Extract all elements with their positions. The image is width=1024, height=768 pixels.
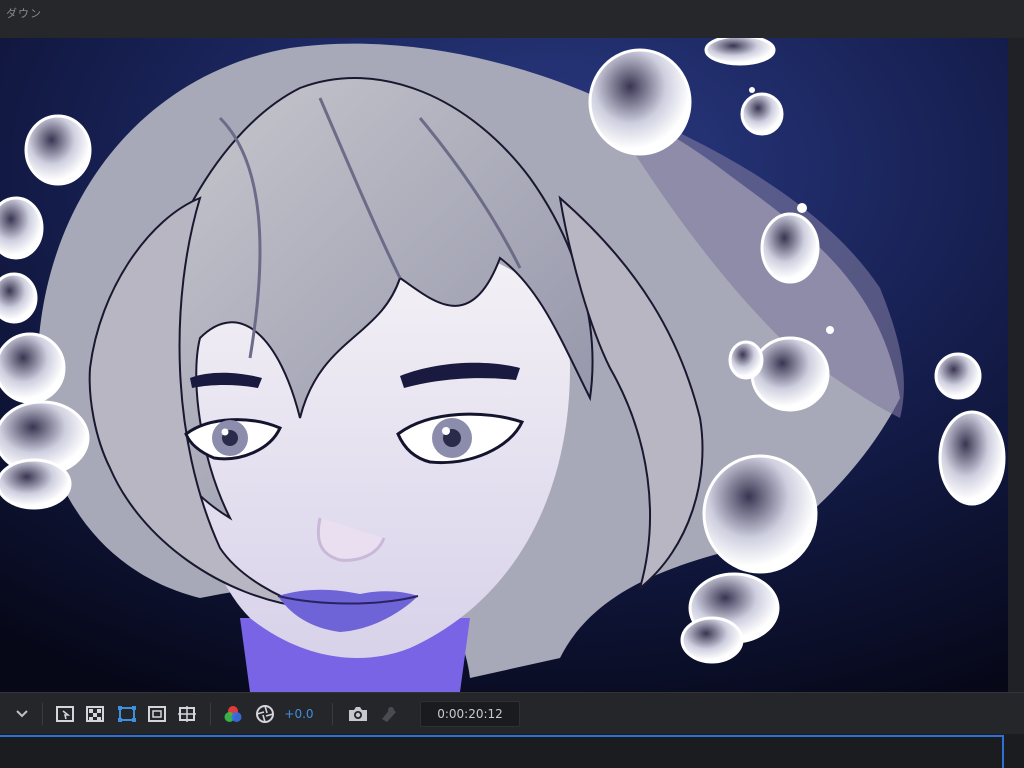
color-channels-icon[interactable] [222, 704, 244, 724]
show-snapshot-icon[interactable] [378, 704, 400, 724]
chevron-down-icon[interactable] [12, 704, 32, 724]
artwork-image [0, 38, 1008, 692]
mask-path-icon[interactable] [116, 704, 138, 724]
timeline-area [0, 734, 1024, 768]
snapshot-icon[interactable] [346, 704, 370, 724]
current-time-display[interactable]: 0:00:20:12 [420, 701, 520, 727]
viewer-toolbar: +0.0 0:00:20:12 [0, 692, 1024, 735]
transparency-grid-icon[interactable] [84, 704, 106, 724]
active-panel-border-right [1002, 735, 1004, 768]
toolbar-divider [332, 703, 333, 725]
toolbar-divider [42, 703, 43, 725]
composition-viewer[interactable] [0, 38, 1008, 692]
exposure-value[interactable]: +0.0 [282, 704, 316, 724]
exposure-reset-icon[interactable] [254, 704, 276, 724]
panel-title: ダウン [6, 7, 42, 20]
panel-edge [1008, 38, 1024, 698]
safe-margins-icon[interactable] [146, 704, 168, 724]
region-of-interest-icon[interactable] [54, 704, 76, 724]
panel-header: ダウン [0, 0, 1024, 39]
toolbar-divider [210, 703, 211, 725]
active-panel-border [0, 735, 1004, 737]
grid-guides-icon[interactable] [176, 704, 198, 724]
